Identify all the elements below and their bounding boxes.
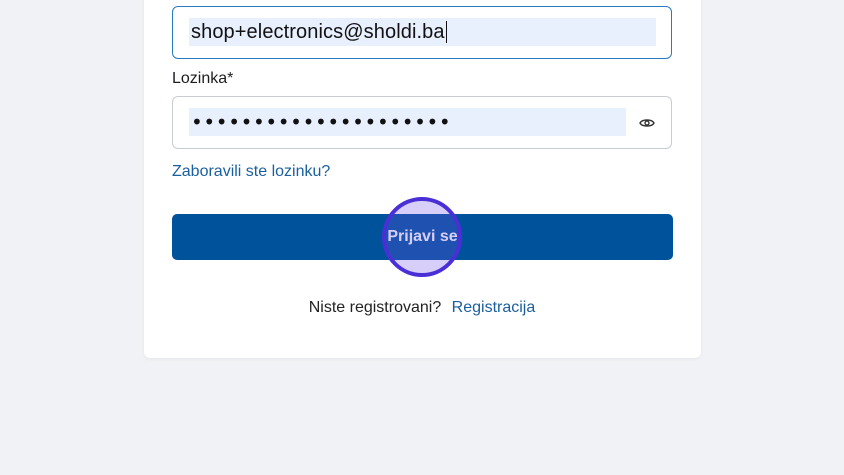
register-row: Niste registrovani? Registracija — [0, 299, 844, 317]
email-field[interactable]: shop+electronics@sholdi.ba — [172, 6, 672, 59]
register-prompt: Niste registrovani? — [308, 299, 442, 316]
register-link[interactable]: Registracija — [452, 299, 536, 316]
login-button[interactable]: Prijavi se — [172, 214, 673, 260]
forgot-password-link[interactable]: Zaboravili ste lozinku? — [172, 163, 330, 181]
eye-icon[interactable] — [639, 115, 655, 131]
password-autofill-highlight: ••••••••••••••••••••• — [189, 108, 626, 136]
email-autofill-highlight: shop+electronics@sholdi.ba — [189, 18, 656, 46]
text-caret — [445, 21, 448, 43]
password-label: Lozinka* — [172, 70, 234, 87]
password-field[interactable]: ••••••••••••••••••••• — [172, 96, 672, 149]
password-masked-value: ••••••••••••••••••••• — [191, 110, 452, 134]
email-value: shop+electronics@sholdi.ba — [191, 20, 445, 43]
